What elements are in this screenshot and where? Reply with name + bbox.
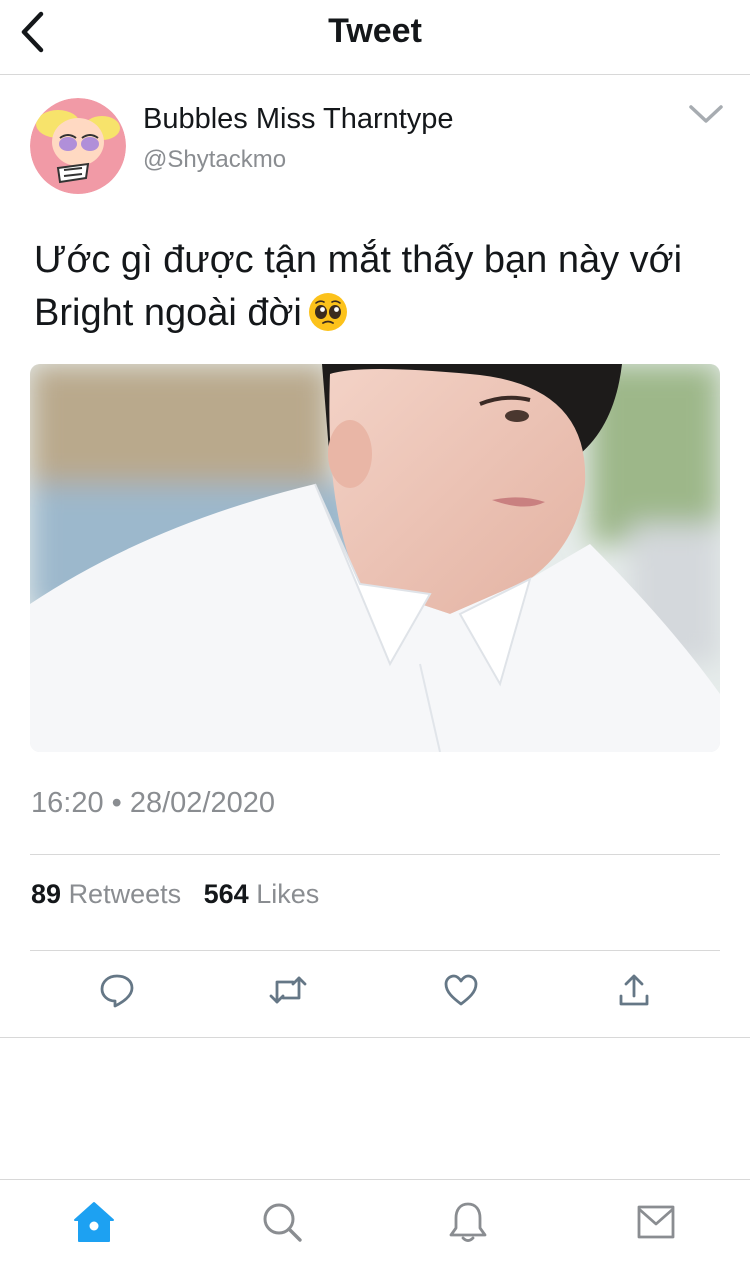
chevron-down-icon[interactable] [686,100,726,128]
likes-link[interactable]: 564 Likes [204,879,320,909]
tab-home[interactable] [70,1198,118,1246]
reply-icon [100,974,134,1008]
tweet-text: Ước gì được tận mắt thấy bạn này với Bri… [34,234,724,340]
tweet-text-body: Ước gì được tận mắt thấy bạn này với Bri… [34,239,683,334]
like-icon [444,974,478,1006]
likes-count: 564 [203,879,249,909]
tweet-actions [0,968,750,1020]
messages-icon [637,1205,675,1239]
top-bar: Tweet [0,0,750,75]
retweets-link[interactable]: 89 Retweets [31,879,181,909]
retweets-count: 89 [31,879,62,909]
tab-messages[interactable] [632,1198,680,1246]
retweets-label: Retweets [68,879,182,909]
home-icon [74,1202,114,1242]
avatar[interactable] [30,98,126,194]
tweet-timestamp: 16:20 • 28/02/2020 [31,787,275,819]
bottom-tab-bar [0,1179,750,1281]
likes-label: Likes [256,879,320,909]
page-title: Tweet [328,12,422,50]
notifications-icon [449,1202,487,1242]
tweet-photo[interactable] [30,364,720,752]
search-icon [263,1203,302,1242]
tab-search[interactable] [258,1198,306,1246]
divider [30,950,720,951]
like-button[interactable] [439,968,483,1012]
share-button[interactable] [612,968,656,1012]
retweet-icon [269,976,307,1004]
reply-button[interactable] [95,968,139,1012]
retweet-button[interactable] [266,968,310,1012]
share-icon [619,974,649,1006]
engagement-stats: 89 Retweets 564 Likes [31,879,319,910]
author-name[interactable]: Bubbles Miss Tharntype [143,103,454,136]
divider [0,1037,750,1038]
pleading-face-emoji [308,293,347,331]
tab-notifications[interactable] [444,1198,492,1246]
divider [30,854,720,855]
author-handle[interactable]: @Shytackmo [143,146,286,174]
